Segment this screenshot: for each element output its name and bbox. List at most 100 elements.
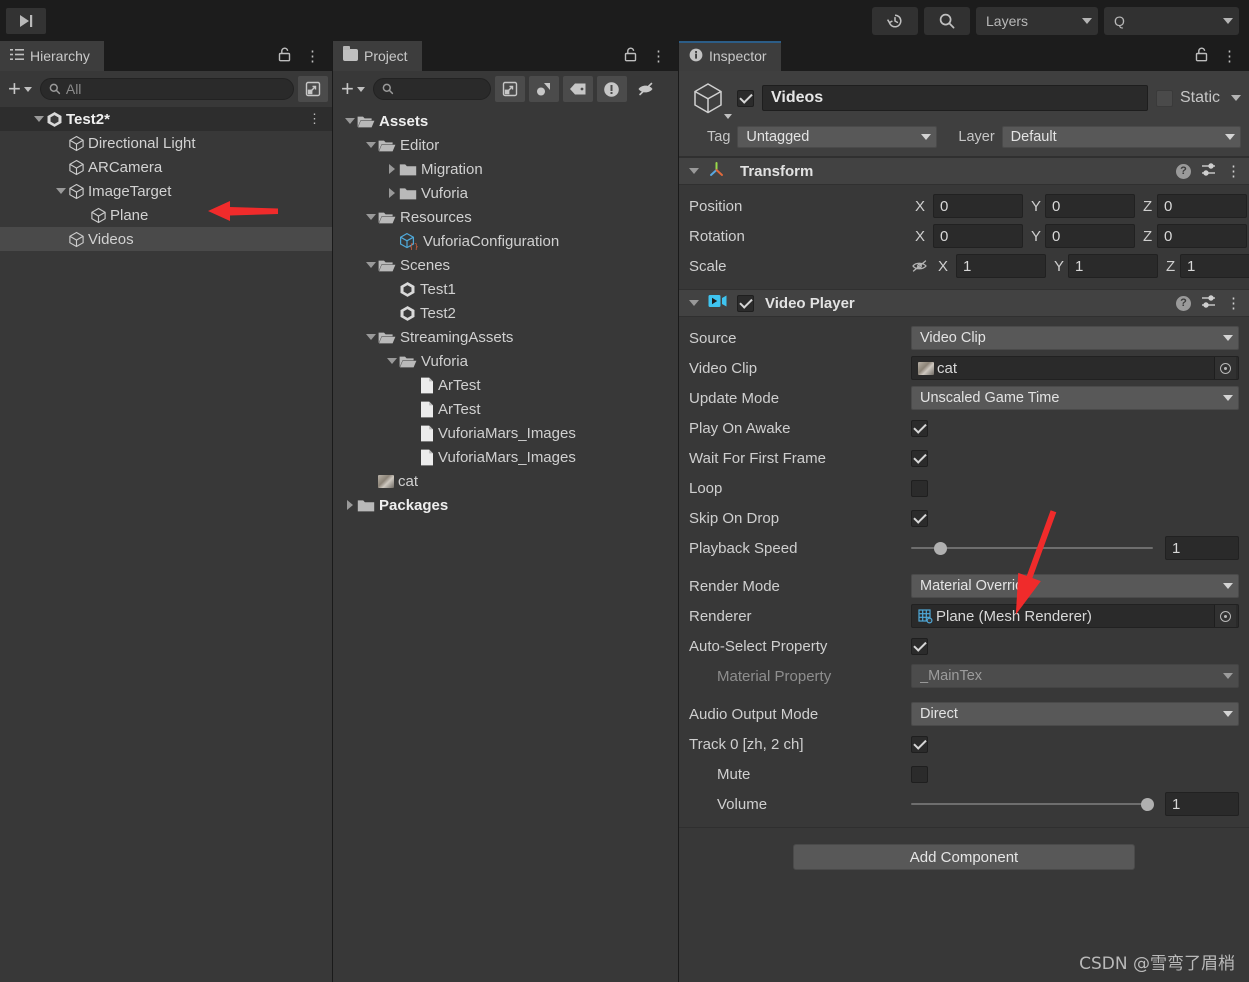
tab-hierarchy[interactable]: Hierarchy xyxy=(0,41,104,71)
project-item-resources[interactable]: Resources xyxy=(333,205,678,229)
hierarchy-item-plane[interactable]: Plane xyxy=(0,203,332,227)
hierarchy-item-arcamera[interactable]: ARCamera xyxy=(0,155,332,179)
project-item-artest[interactable]: ArTest xyxy=(333,373,678,397)
hierarchy-search-input[interactable]: All xyxy=(39,78,294,100)
update-mode-dropdown[interactable]: Unscaled Game Time xyxy=(911,386,1239,410)
help-icon[interactable]: ? xyxy=(1176,295,1191,311)
static-checkbox[interactable] xyxy=(1155,89,1173,107)
loop-checkbox[interactable] xyxy=(911,479,928,497)
step-forward-icon[interactable] xyxy=(6,7,46,34)
collapse-triangle-icon[interactable] xyxy=(687,300,701,306)
help-icon[interactable]: ? xyxy=(1176,163,1191,179)
project-item-test1[interactable]: Test1 xyxy=(333,277,678,301)
rotation-y-input[interactable]: 0 xyxy=(1045,224,1135,248)
scale-z-input[interactable]: 1 xyxy=(1180,254,1249,278)
chevron-down-icon[interactable] xyxy=(54,188,68,194)
scale-x-input[interactable]: 1 xyxy=(956,254,1046,278)
playback-speed-slider[interactable] xyxy=(911,539,1153,557)
renderer-objectfield[interactable]: Plane (Mesh Renderer) xyxy=(911,604,1239,628)
chevron-down-icon[interactable] xyxy=(364,262,378,268)
favorites-icon[interactable] xyxy=(528,76,559,102)
project-item-vuforia[interactable]: Vuforia xyxy=(333,181,678,205)
lock-icon[interactable] xyxy=(1189,46,1214,66)
project-search-input[interactable] xyxy=(372,78,491,100)
search-icon[interactable] xyxy=(924,6,970,35)
project-item-cat[interactable]: cat xyxy=(333,469,678,493)
position-z-input[interactable]: 0 xyxy=(1157,194,1247,218)
chevron-down-icon[interactable] xyxy=(724,114,732,119)
chevron-down-icon[interactable] xyxy=(32,116,46,122)
project-item-packages[interactable]: Packages xyxy=(333,493,678,517)
history-icon[interactable] xyxy=(872,6,918,35)
volume-input[interactable]: 1 xyxy=(1165,792,1239,816)
play-on-awake-checkbox[interactable] xyxy=(911,419,928,437)
kebab-icon[interactable]: ⋮ xyxy=(1226,296,1241,311)
project-item-scenes[interactable]: Scenes xyxy=(333,253,678,277)
hidden-eye-icon[interactable] xyxy=(631,76,661,102)
chevron-down-icon[interactable] xyxy=(1231,95,1241,101)
hierarchy-item-test2[interactable]: Test2* ⋮ xyxy=(0,107,332,131)
project-item-assets[interactable]: Assets xyxy=(333,109,678,133)
rotation-z-input[interactable]: 0 xyxy=(1157,224,1247,248)
chevron-down-icon[interactable] xyxy=(385,358,399,364)
kebab-icon[interactable]: ⋮ xyxy=(1226,164,1241,179)
hierarchy-item-imagetarget[interactable]: ImageTarget xyxy=(0,179,332,203)
lock-icon[interactable] xyxy=(618,46,643,66)
position-x-input[interactable]: 0 xyxy=(933,194,1023,218)
expand-panel-icon[interactable] xyxy=(298,76,328,102)
constrain-proportions-off-icon[interactable] xyxy=(911,259,928,273)
render-mode-dropdown[interactable]: Material Override xyxy=(911,574,1239,598)
label-icon[interactable] xyxy=(562,76,593,102)
expand-panel-icon[interactable] xyxy=(494,76,525,102)
tab-inspector[interactable]: Inspector xyxy=(679,41,781,71)
skip-on-drop-checkbox[interactable] xyxy=(911,509,928,527)
project-item-streamingassets[interactable]: StreamingAssets xyxy=(333,325,678,349)
layers-dropdown[interactable]: Layers xyxy=(976,6,1098,35)
preset-icon[interactable] xyxy=(1201,162,1216,181)
gameobject-name-input[interactable]: Videos xyxy=(762,85,1148,111)
kebab-icon[interactable]: ⋮ xyxy=(1216,49,1243,64)
volume-slider[interactable] xyxy=(911,795,1154,813)
gameobject-enabled-checkbox[interactable] xyxy=(737,89,754,107)
object-picker-icon[interactable] xyxy=(1214,605,1236,627)
project-item-vuforiamars-images[interactable]: VuforiaMars_Images xyxy=(333,421,678,445)
audio-output-mode-dropdown[interactable]: Direct xyxy=(911,702,1239,726)
position-y-input[interactable]: 0 xyxy=(1045,194,1135,218)
chevron-right-icon[interactable] xyxy=(385,164,399,174)
slider-knob[interactable] xyxy=(934,541,948,555)
kebab-icon[interactable]: ⋮ xyxy=(308,111,322,127)
project-item-test2[interactable]: Test2 xyxy=(333,301,678,325)
project-item-migration[interactable]: Migration xyxy=(333,157,678,181)
object-picker-icon[interactable] xyxy=(1214,357,1236,379)
lock-icon[interactable] xyxy=(272,46,297,66)
track-checkbox[interactable] xyxy=(911,735,928,753)
hierarchy-item-directional-light[interactable]: Directional Light xyxy=(0,131,332,155)
project-item-artest[interactable]: ArTest xyxy=(333,397,678,421)
project-item-vuforiaconfiguration[interactable]: {} VuforiaConfiguration xyxy=(333,229,678,253)
chevron-down-icon[interactable] xyxy=(364,214,378,220)
project-item-vuforia[interactable]: Vuforia xyxy=(333,349,678,373)
chevron-down-icon[interactable] xyxy=(364,334,378,340)
chevron-right-icon[interactable] xyxy=(385,188,399,198)
layout-dropdown[interactable]: Q xyxy=(1104,6,1239,35)
kebab-icon[interactable]: ⋮ xyxy=(299,49,326,64)
wait-first-frame-checkbox[interactable] xyxy=(911,449,928,467)
project-item-editor[interactable]: Editor xyxy=(333,133,678,157)
rotation-x-input[interactable]: 0 xyxy=(933,224,1023,248)
layer-dropdown[interactable]: Default xyxy=(1001,126,1241,148)
playback-speed-input[interactable]: 1 xyxy=(1165,536,1239,560)
chevron-down-icon[interactable] xyxy=(343,118,357,124)
kebab-icon[interactable]: ⋮ xyxy=(645,49,672,64)
create-asset-button[interactable]: + xyxy=(337,78,369,100)
auto-select-property-checkbox[interactable] xyxy=(911,637,928,655)
mute-checkbox[interactable] xyxy=(911,765,928,783)
tag-dropdown[interactable]: Untagged xyxy=(737,126,938,148)
video-player-enabled-checkbox[interactable] xyxy=(737,294,754,312)
video-clip-objectfield[interactable]: cat xyxy=(911,356,1239,380)
chevron-right-icon[interactable] xyxy=(343,500,357,510)
add-component-button[interactable]: Add Component xyxy=(793,844,1135,870)
transform-component-header[interactable]: Transform ? ⋮ xyxy=(679,157,1249,185)
scale-y-input[interactable]: 1 xyxy=(1068,254,1158,278)
add-gameobject-button[interactable]: + xyxy=(4,78,36,100)
video-player-component-header[interactable]: Video Player ? ⋮ xyxy=(679,289,1249,317)
